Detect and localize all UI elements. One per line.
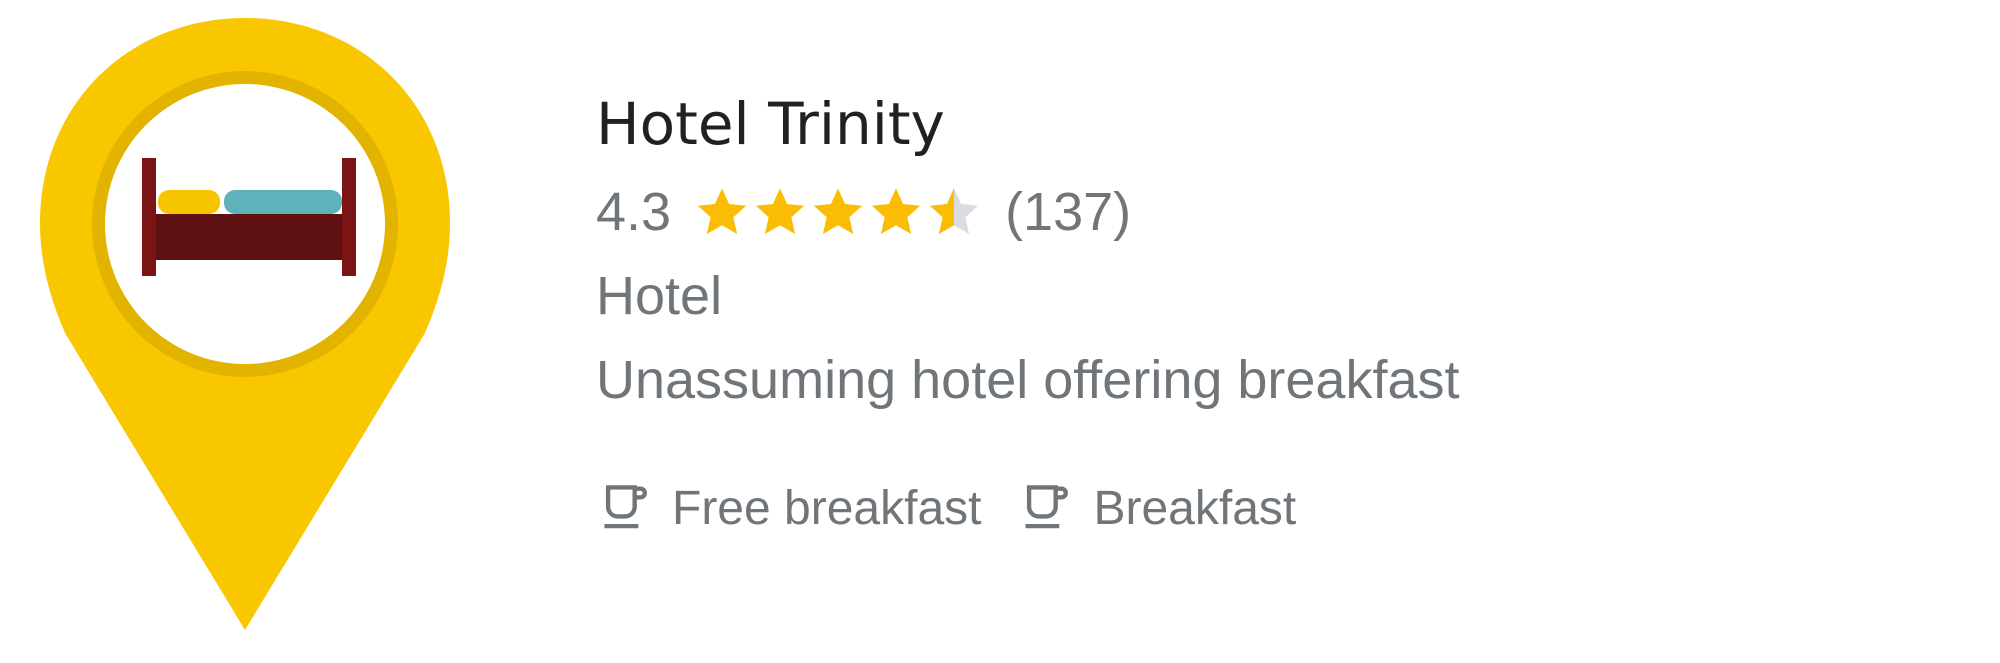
map-pin-icon <box>40 18 450 630</box>
rating-value: 4.3 <box>596 182 672 242</box>
place-info-panel: Hotel Trinity 4.3 (137) Hotel Unassuming… <box>596 84 1976 544</box>
star-full-icon <box>813 188 863 234</box>
place-title[interactable]: Hotel Trinity <box>596 84 1976 164</box>
star-full-icon <box>755 188 805 234</box>
rating-row: 4.3 (137) <box>596 172 1976 252</box>
star-half-icon <box>929 188 979 234</box>
review-count-link[interactable]: (137) <box>1005 181 1131 243</box>
star-full-icon <box>697 188 747 234</box>
amenity-free-breakfast: Free breakfast <box>596 479 981 537</box>
hotel-map-marker <box>40 18 450 630</box>
amenity-label: Breakfast <box>1093 481 1297 535</box>
place-description: Unassuming hotel offering breakfast <box>596 350 1460 410</box>
star-full-icon <box>871 188 921 234</box>
amenities-row: Free breakfast Breakfast <box>596 472 1976 544</box>
coffee-cup-icon <box>1025 485 1069 529</box>
coffee-cup-icon <box>604 485 647 529</box>
amenity-label: Free breakfast <box>672 481 982 535</box>
amenity-breakfast: Breakfast <box>1017 479 1296 537</box>
star-rating <box>693 183 983 241</box>
place-category: Hotel <box>596 266 723 326</box>
